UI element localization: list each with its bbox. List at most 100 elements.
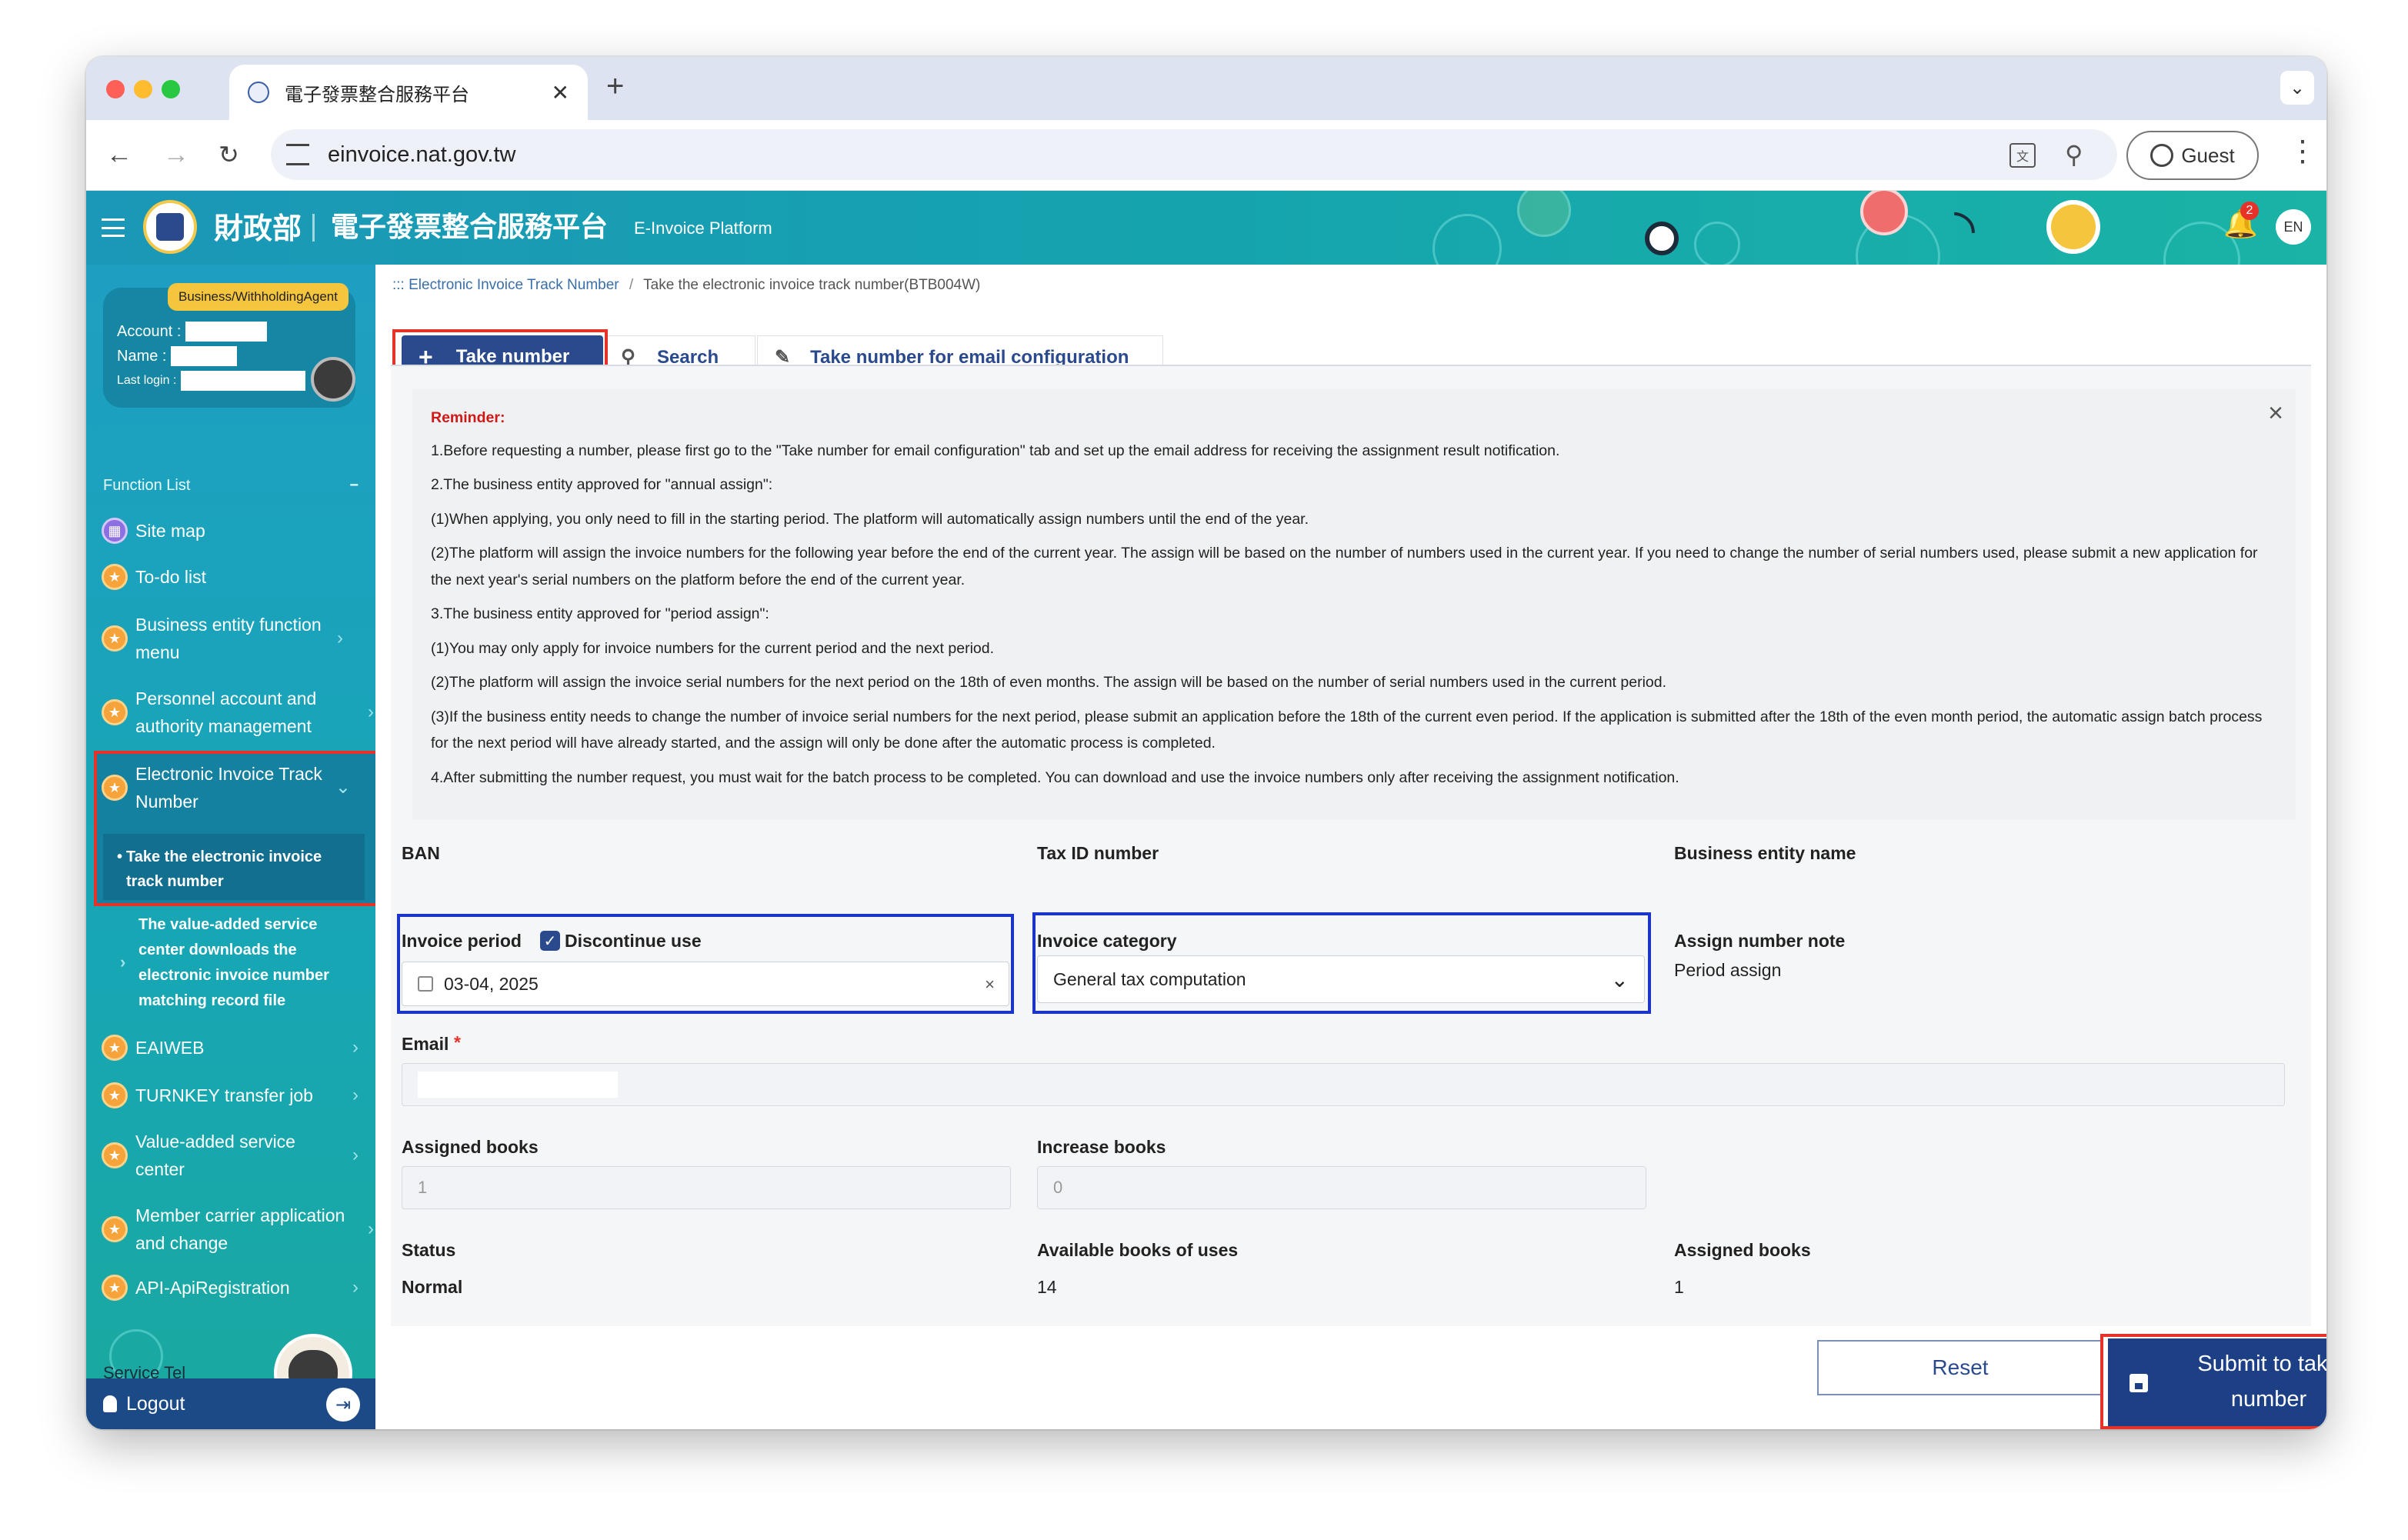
logout-label: Logout — [126, 1392, 185, 1415]
chevron-right-icon: › — [352, 1145, 359, 1165]
account-value-redacted — [185, 322, 268, 342]
reload-icon[interactable]: ↻ — [218, 142, 239, 168]
assigned-books-placeholder: 1 — [418, 1178, 428, 1197]
sidebar-item-label: Member carrier application and change — [135, 1205, 345, 1253]
breadcrumb-current: Take the electronic invoice track number… — [643, 277, 981, 293]
function-list-label: Function List — [103, 477, 191, 494]
assigned-books-summary-value: 1 — [1674, 1277, 1684, 1297]
reminder-line: (3)If the business entity needs to chang… — [431, 708, 2263, 752]
close-window-button[interactable] — [106, 80, 125, 98]
form-panel: Reminder: 1.Before requesting a number, … — [391, 365, 2311, 1326]
main-content: ::: Electronic Invoice Track Number / Ta… — [375, 265, 2326, 1429]
assigned-books-label: Assigned books — [402, 1137, 539, 1157]
chevron-right-icon: › — [368, 1218, 374, 1239]
decorative-bubble — [1517, 191, 1571, 237]
language-toggle-button[interactable]: EN — [2276, 209, 2311, 245]
forward-arrow-icon[interactable]: → — [163, 142, 189, 168]
sidebar-item-label: Site map — [135, 521, 205, 541]
required-mark: * — [454, 1032, 461, 1052]
platform-name-zh[interactable]: 電子發票整合服務平台 — [331, 205, 608, 245]
star-icon: ★ — [102, 1275, 128, 1301]
user-icon — [103, 1395, 117, 1412]
sidebar-item-todo[interactable]: ★ To-do list — [102, 563, 363, 591]
ministry-seal-logo[interactable] — [143, 200, 197, 254]
available-books-value: 14 — [1037, 1277, 1057, 1297]
wireless-signal-icon: ◝ — [1954, 198, 1976, 258]
highlight-box-sidebar — [94, 751, 375, 906]
last-login-value-redacted — [181, 371, 306, 391]
highlight-box-invoice-period — [397, 914, 1014, 1014]
url-field[interactable]: einvoice.nat.gov.tw — [271, 129, 2117, 180]
reset-label: Reset — [1932, 1355, 1989, 1379]
tax-id-label: Tax ID number — [1037, 843, 1159, 863]
notification-count-badge: 2 — [2240, 202, 2259, 220]
sidebar-item-site-map[interactable]: ▦ Site map — [102, 517, 363, 545]
email-input[interactable] — [402, 1063, 2285, 1106]
new-tab-button[interactable]: + — [606, 69, 624, 104]
sidebar-item-label: Value-added service center — [135, 1132, 295, 1179]
star-icon: ★ — [102, 1216, 128, 1242]
reminder-line: 1.Before requesting a number, please fir… — [431, 442, 1560, 459]
ministry-name[interactable]: 財政部 — [214, 205, 302, 247]
browser-menu-icon[interactable]: ⋮ — [2288, 137, 2317, 166]
sidebar-item-business-menu[interactable]: ★ Business entity function menu › — [102, 611, 348, 666]
site-header: 財政部 電子發票整合服務平台 E-Invoice Platform ◝ 🔔 2 … — [86, 191, 2326, 265]
translate-icon[interactable]: 文 — [2009, 143, 2036, 168]
assigned-books-input[interactable]: 1 — [402, 1166, 1011, 1209]
coin-icon — [1645, 222, 1679, 255]
reminder-line: 4.After submitting the number request, y… — [431, 768, 1679, 786]
sidebar-item-label: TURNKEY transfer job — [135, 1085, 313, 1105]
email-value-redacted — [418, 1072, 618, 1098]
reminder-line: (2)The platform will assign the invoice … — [431, 674, 1667, 691]
increase-books-input[interactable]: 0 — [1037, 1166, 1646, 1209]
sidebar-subitem-label: The value-added service center downloads… — [138, 916, 329, 1009]
reminder-line: (2)The platform will assign the invoice … — [431, 545, 2258, 588]
star-icon: ★ — [102, 1142, 128, 1168]
tab-menu-button[interactable]: ⌄ — [2280, 71, 2314, 105]
reminder-close-icon[interactable]: × — [2268, 400, 2283, 427]
name-label: Name : — [117, 347, 167, 365]
reminder-line: 3.The business entity approved for "peri… — [431, 605, 769, 622]
breadcrumb-parent-link[interactable]: Electronic Invoice Track Number — [409, 277, 619, 293]
sidebar: Business/WithholdingAgent Account : Name… — [86, 265, 375, 1429]
status-value: Normal — [402, 1277, 463, 1297]
chevron-right-icon: › — [337, 628, 343, 648]
tab-close-icon[interactable]: ✕ — [552, 80, 569, 105]
logout-icon[interactable]: ⇥ — [326, 1388, 360, 1422]
sidebar-subitem-value-added-download[interactable]: › The value-added service center downloa… — [120, 912, 359, 1014]
minimize-window-button[interactable] — [134, 80, 152, 98]
maximize-window-button[interactable] — [162, 80, 180, 98]
sidebar-item-label: Personnel account and authority manageme… — [135, 688, 317, 736]
breadcrumb: ::: Electronic Invoice Track Number / Ta… — [392, 277, 980, 294]
browser-tab[interactable]: 電子發票整合服務平台 ✕ — [229, 65, 588, 120]
gold-coin-icon — [2046, 200, 2100, 254]
sidebar-item-api[interactable]: ★ API-ApiRegistration › — [102, 1274, 363, 1302]
logout-button[interactable]: Logout ⇥ — [86, 1378, 375, 1429]
collapse-icon[interactable]: − — [349, 477, 359, 495]
reset-button[interactable]: Reset — [1817, 1340, 2103, 1395]
star-icon: ★ — [102, 564, 128, 590]
guest-label: Guest — [2181, 143, 2235, 167]
sidebar-item-personnel[interactable]: ★ Personnel account and authority manage… — [102, 685, 374, 740]
assign-note-label: Assign number note — [1674, 931, 1846, 951]
sidebar-item-eaiweb[interactable]: ★ EAIWEB › — [102, 1034, 363, 1062]
sidebar-item-value-added-center[interactable]: ★ Value-added service center › — [102, 1128, 363, 1183]
guest-profile-button[interactable]: Guest — [2126, 131, 2259, 180]
tab-title: 電子發票整合服務平台 — [285, 84, 469, 105]
assigned-books-summary-label: Assigned books — [1674, 1240, 1811, 1260]
breadcrumb-separator: / — [629, 277, 634, 293]
sidebar-item-member-carrier[interactable]: ★ Member carrier application and change … — [102, 1202, 374, 1257]
zoom-icon[interactable]: ⚲ — [2065, 140, 2083, 169]
menu-toggle-icon[interactable] — [102, 218, 125, 237]
chevron-right-icon: › — [352, 1277, 359, 1298]
back-arrow-icon[interactable]: ← — [106, 142, 132, 168]
star-icon: ★ — [102, 699, 128, 725]
assign-note-value: Period assign — [1674, 960, 1782, 980]
star-icon: ★ — [102, 1035, 128, 1061]
last-login-label: Last login : — [117, 374, 177, 387]
sidebar-item-turnkey[interactable]: ★ TURNKEY transfer job › — [102, 1082, 363, 1109]
chevron-right-icon: › — [352, 1037, 359, 1058]
sidebar-item-label: To-do list — [135, 567, 207, 587]
site-info-icon[interactable] — [286, 144, 309, 165]
function-list-header: Function List − — [103, 477, 359, 495]
